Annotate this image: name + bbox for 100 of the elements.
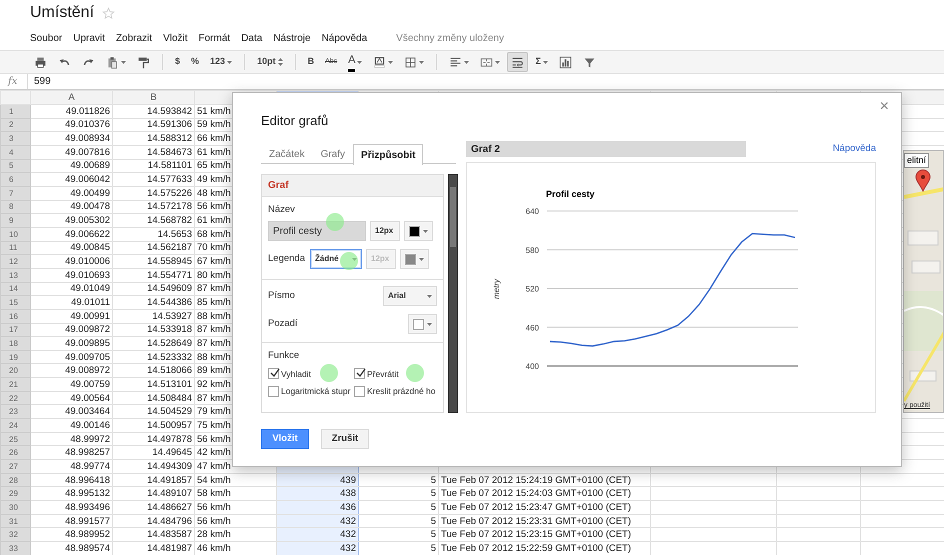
- caret-icon: [423, 230, 428, 233]
- size-dropdown: 12px: [366, 249, 396, 270]
- row-number[interactable]: 32: [0, 528, 30, 542]
- row-number[interactable]: 18: [0, 336, 30, 350]
- table-cell: 14.577633: [112, 172, 194, 186]
- caret-icon: [419, 60, 424, 64]
- row-number[interactable]: 30: [0, 500, 30, 514]
- row-number[interactable]: 26: [0, 446, 30, 460]
- row-number[interactable]: 21: [0, 378, 30, 392]
- formula-value[interactable]: 599: [28, 74, 51, 89]
- tab[interactable]: Přizpůsobit: [353, 144, 424, 165]
- menu-item[interactable]: Data: [241, 30, 262, 46]
- row-number[interactable]: 13: [0, 268, 30, 282]
- row-number[interactable]: 23: [0, 404, 30, 419]
- checkbox[interactable]: [354, 368, 365, 380]
- table-cell: 14.53927: [112, 309, 194, 323]
- row-number[interactable]: 19: [0, 350, 30, 364]
- toolbar-button[interactable]: B: [304, 52, 318, 72]
- row-number[interactable]: 11: [0, 241, 30, 255]
- color-dropdown[interactable]: [404, 221, 433, 242]
- table-cell: 14.572178: [112, 200, 194, 214]
- caret-icon: [542, 60, 548, 64]
- table-cell: 49.00499: [30, 186, 112, 200]
- table-cell: 14.489107: [112, 486, 194, 501]
- map-type-button[interactable]: elitní: [904, 153, 930, 168]
- row-number[interactable]: 33: [0, 542, 30, 555]
- row-number[interactable]: 31: [0, 514, 30, 528]
- menu-item[interactable]: Vložit: [163, 30, 188, 46]
- caret-icon: [464, 60, 470, 64]
- row-number[interactable]: 25: [0, 432, 30, 446]
- menu-item[interactable]: Zobrazit: [116, 30, 152, 46]
- row-number[interactable]: 8: [0, 200, 30, 214]
- color-dropdown[interactable]: [408, 314, 437, 334]
- checkbox[interactable]: [268, 368, 279, 380]
- checkbox[interactable]: [268, 386, 279, 398]
- toolbar-button[interactable]: A: [344, 52, 366, 72]
- tab[interactable]: Grafy: [312, 144, 354, 164]
- table-cell: 14.508484: [112, 391, 194, 405]
- toolbar-button[interactable]: 123: [206, 52, 236, 72]
- axis-label: metry: [492, 279, 501, 299]
- row-number[interactable]: 17: [0, 323, 30, 337]
- row-number[interactable]: 27: [0, 460, 30, 474]
- column-header[interactable]: A: [30, 90, 112, 104]
- table-cell: 14.484796: [112, 514, 194, 528]
- wrap-icon[interactable]: [507, 52, 528, 72]
- column-header[interactable]: B: [112, 90, 194, 104]
- table-cell: 439: [276, 473, 358, 487]
- row-number[interactable]: 7: [0, 186, 30, 200]
- scrollbar[interactable]: [448, 174, 458, 413]
- table-cell: 14.549609: [112, 282, 194, 296]
- table-cell: 56 km/h: [194, 500, 276, 514]
- toolbar-button[interactable]: %: [187, 52, 204, 72]
- table-cell: 49.008972: [30, 364, 112, 378]
- row-number[interactable]: 2: [0, 118, 30, 132]
- row-number[interactable]: 4: [0, 145, 30, 160]
- axis-tick-label: 520: [526, 284, 539, 294]
- toolbar-button[interactable]: 10pt: [253, 52, 287, 72]
- title-input[interactable]: Profil cesty: [268, 221, 366, 242]
- insert-button[interactable]: Vložit: [261, 429, 309, 449]
- menu-item[interactable]: Upravit: [73, 30, 105, 46]
- menu-item[interactable]: Soubor: [30, 30, 62, 46]
- table-cell: 432: [276, 528, 358, 542]
- document-title: Umístění: [30, 3, 94, 23]
- row-number[interactable]: 15: [0, 296, 30, 310]
- row-number[interactable]: 29: [0, 486, 30, 501]
- chart-title: Profil cesty: [546, 189, 595, 199]
- table-cell: Tue Feb 07 2012 15:24:19 GMT+0100 (CET): [438, 473, 650, 487]
- row-number[interactable]: 22: [0, 391, 30, 405]
- row-number[interactable]: 9: [0, 214, 30, 228]
- table-cell: 48.998257: [30, 446, 112, 460]
- cancel-button[interactable]: Zrušit: [321, 429, 369, 449]
- toolbar-button[interactable]: $: [171, 52, 184, 72]
- toolbar-button[interactable]: Σ: [531, 52, 552, 72]
- checkbox[interactable]: [354, 386, 365, 398]
- caret-icon: [121, 60, 126, 64]
- size-dropdown[interactable]: 12px: [370, 221, 400, 242]
- table-cell: 14.558945: [112, 254, 194, 268]
- row-number[interactable]: 28: [0, 473, 30, 487]
- row-number[interactable]: 5: [0, 159, 30, 173]
- row-number[interactable]: 3: [0, 132, 30, 146]
- row-number[interactable]: 6: [0, 172, 30, 186]
- menu-item[interactable]: Nápověda: [322, 30, 368, 46]
- table-cell: 14.486627: [112, 500, 194, 514]
- formula-label: fx: [0, 74, 28, 89]
- row-number[interactable]: 24: [0, 418, 30, 432]
- row-number[interactable]: 1: [0, 104, 30, 118]
- table-cell: 49.00564: [30, 391, 112, 405]
- menu-item[interactable]: Nástroje: [273, 30, 311, 46]
- row-number[interactable]: 20: [0, 364, 30, 378]
- table-cell: 14.588312: [112, 132, 194, 146]
- row-number[interactable]: 14: [0, 282, 30, 296]
- row-number[interactable]: 12: [0, 254, 30, 268]
- help-link[interactable]: Nápověda: [832, 142, 876, 156]
- menu-item[interactable]: Formát: [198, 30, 230, 46]
- star-icon[interactable]: [102, 6, 116, 20]
- caret-icon: [419, 258, 424, 261]
- close-button[interactable]: ×: [878, 99, 891, 115]
- font-dropdown[interactable]: Arial: [383, 286, 437, 306]
- row-number[interactable]: 10: [0, 227, 30, 242]
- row-number[interactable]: 16: [0, 309, 30, 323]
